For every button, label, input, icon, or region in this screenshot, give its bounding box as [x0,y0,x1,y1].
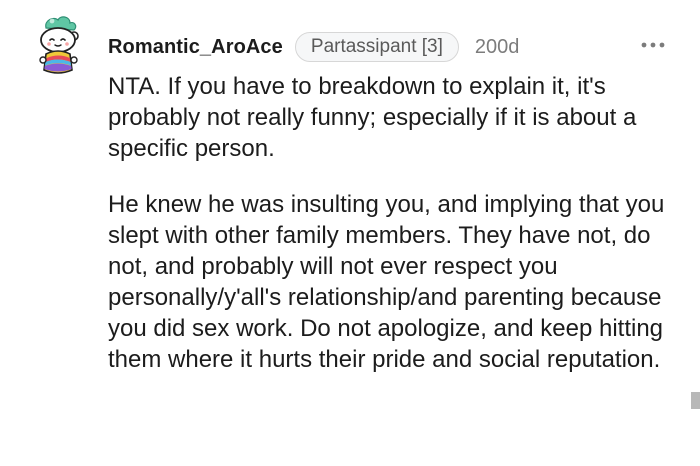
snoo-avatar-icon[interactable] [30,12,88,78]
comment-header: Romantic_AroAce Partassipant [3] 200d [108,30,519,64]
more-options-icon[interactable] [640,35,666,55]
comment-paragraph: NTA. If you have to breakdown to explain… [108,73,637,162]
comment-paragraph: He knew he was insulting you, and implyi… [108,191,665,373]
scrollbar-thumb[interactable] [691,392,700,409]
comment: Romantic_AroAce Partassipant [3] 200d NT… [0,0,700,466]
user-flair-badge: Partassipant [3] [294,32,459,62]
username-link[interactable]: Romantic_AroAce [108,36,283,59]
comment-age: 200d [474,35,520,58]
comment-body: NTA. If you have to breakdown to explain… [108,71,688,375]
